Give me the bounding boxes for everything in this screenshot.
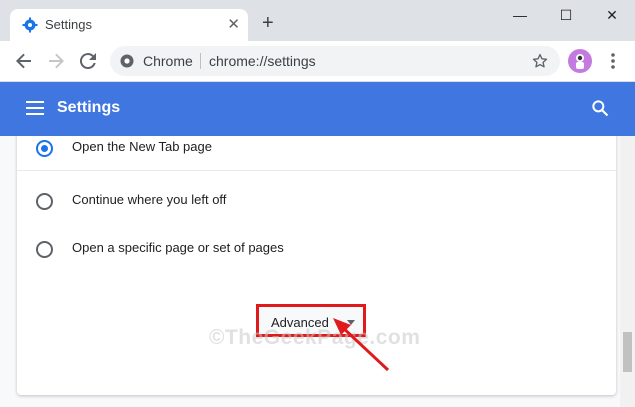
tab-settings[interactable]: Settings ✕ xyxy=(10,9,248,41)
toolbar: Chrome chrome://settings xyxy=(0,41,635,82)
startup-option-continue[interactable]: Continue where you left off xyxy=(17,179,616,223)
window-close-button[interactable]: ✕ xyxy=(589,3,635,27)
new-tab-button[interactable]: + xyxy=(262,13,274,33)
radio-button[interactable] xyxy=(36,193,53,210)
divider xyxy=(17,170,616,171)
omnibox-separator xyxy=(200,53,201,69)
annotation-arrow-icon xyxy=(333,318,390,372)
tab-close-icon[interactable]: ✕ xyxy=(227,17,240,33)
maximize-button[interactable]: ☐ xyxy=(543,3,589,27)
reload-button[interactable] xyxy=(76,49,100,73)
startup-option-label: Open a specific page or set of pages xyxy=(72,240,284,255)
omnibox-url[interactable]: chrome://settings xyxy=(209,53,316,69)
tab-title: Settings xyxy=(45,17,92,32)
more-vert-icon xyxy=(611,53,615,69)
menu-hamburger-icon[interactable] xyxy=(26,101,44,115)
startup-option-label: Open the New Tab page xyxy=(72,139,212,154)
page-scrollbar[interactable] xyxy=(620,136,635,407)
settings-content: Open the New Tab page Continue where you… xyxy=(0,136,620,407)
startup-option-specific-pages[interactable]: Open a specific page or set of pages xyxy=(17,227,616,271)
omnibox-site-label: Chrome xyxy=(143,53,193,69)
back-button[interactable] xyxy=(12,49,36,73)
tab-strip: Settings ✕ + — ☐ ✕ xyxy=(0,0,635,41)
scrollbar-thumb[interactable] xyxy=(623,332,632,372)
minimize-button[interactable]: — xyxy=(497,3,543,27)
settings-header: Settings xyxy=(0,82,635,136)
forward-button[interactable] xyxy=(44,49,68,73)
forward-arrow-icon xyxy=(49,53,64,69)
back-arrow-icon xyxy=(16,53,31,69)
chrome-site-icon xyxy=(120,54,134,73)
startup-option-new-tab[interactable]: Open the New Tab page xyxy=(17,136,616,170)
bookmark-star-icon[interactable] xyxy=(531,52,549,75)
startup-option-label: Continue where you left off xyxy=(72,192,227,207)
profile-avatar[interactable] xyxy=(568,49,592,73)
reload-icon xyxy=(79,53,96,70)
chrome-menu-button[interactable] xyxy=(606,49,620,73)
radio-button[interactable] xyxy=(36,140,53,157)
search-icon[interactable] xyxy=(590,98,610,118)
settings-gear-icon xyxy=(22,17,38,38)
on-startup-card: Open the New Tab page Continue where you… xyxy=(17,136,616,395)
radio-button[interactable] xyxy=(36,241,53,258)
page-title: Settings xyxy=(57,99,121,116)
profile-person-icon xyxy=(576,54,584,69)
omnibox[interactable]: Chrome chrome://settings xyxy=(110,46,560,76)
